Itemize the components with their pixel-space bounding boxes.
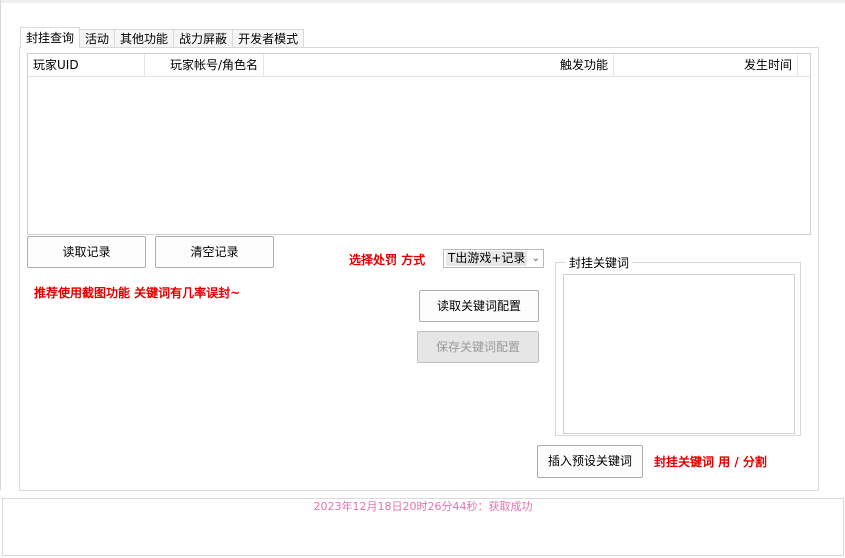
window-top-edge (0, 0, 845, 3)
status-log: 2023年12月18日20时26分44秒：获取成功 (2, 498, 844, 556)
tab-power-block[interactable]: 战力屏蔽 (173, 29, 234, 48)
keyword-separator-hint: 封挂关键词 用 / 分割 (654, 455, 767, 469)
recommend-tip: 推荐使用截图功能 关键词有几率误封~ (34, 286, 241, 300)
tab-other-functions[interactable]: 其他功能 (114, 29, 175, 48)
window-left-edge (0, 0, 1, 490)
column-header-trigger[interactable]: 触发功能 (264, 54, 614, 76)
punish-method-value: T出游戏+记录 (446, 251, 528, 266)
table-header: 玩家UID 玩家帐号/角色名 触发功能 发生时间 (28, 54, 810, 77)
status-message: 2023年12月18日20时26分44秒：获取成功 (313, 500, 533, 513)
tab-strip: 封挂查询 活动 其他功能 战力屏蔽 开发者模式 (20, 27, 305, 48)
keyword-group-title: 封挂关键词 (566, 254, 633, 271)
clear-records-button[interactable]: 清空记录 (155, 236, 274, 268)
save-keyword-config-button[interactable]: 保存关键词配置 (417, 331, 539, 363)
keyword-groupbox: 封挂关键词 (555, 254, 801, 436)
column-header-account[interactable]: 玩家帐号/角色名 (145, 54, 264, 76)
tab-panel: 玩家UID 玩家帐号/角色名 触发功能 发生时间 读取记录 清空记录 选择处罚 … (19, 47, 819, 491)
tab-activity[interactable]: 活动 (79, 29, 116, 48)
read-keyword-config-button[interactable]: 读取关键词配置 (419, 290, 539, 322)
punish-method-label: 选择处罚 方式 (349, 253, 426, 267)
column-header-uid[interactable]: 玩家UID (28, 54, 145, 76)
tab-developer-mode[interactable]: 开发者模式 (232, 29, 305, 48)
read-records-button[interactable]: 读取记录 (27, 236, 146, 268)
tab-cheat-query[interactable]: 封挂查询 (20, 27, 81, 48)
punish-method-select[interactable]: T出游戏+记录 ⌄ (443, 249, 544, 268)
chevron-down-icon: ⌄ (531, 253, 540, 264)
insert-preset-keywords-button[interactable]: 插入预设关键词 (537, 445, 643, 478)
column-header-time[interactable]: 发生时间 (614, 54, 798, 76)
records-table[interactable]: 玩家UID 玩家帐号/角色名 触发功能 发生时间 (27, 53, 811, 235)
keyword-textarea[interactable] (563, 274, 795, 434)
